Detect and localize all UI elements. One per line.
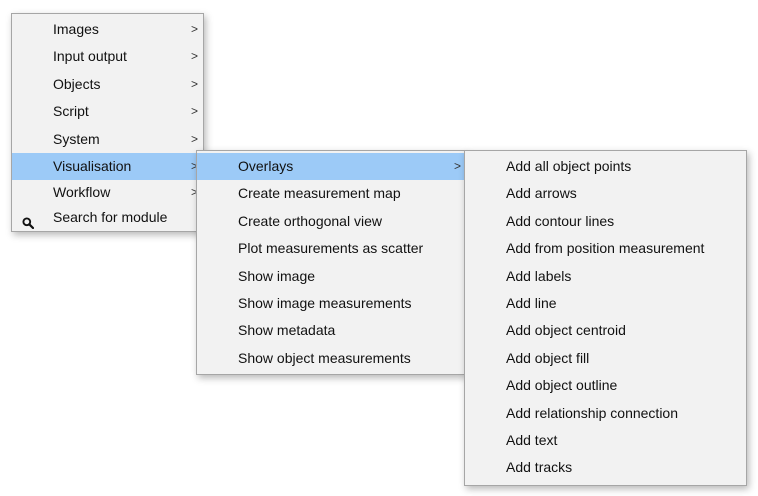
menu-item-label: Create orthogonal view: [238, 212, 382, 229]
menu-item-label: Add relationship connection: [506, 404, 679, 421]
menu-item-show-image-measurements[interactable]: Show image measurements: [197, 290, 465, 317]
menu-item-search-for-module[interactable]: Search for module: [12, 205, 203, 230]
menu-item-add-object-fill[interactable]: Add object fill: [465, 345, 746, 372]
menu-item-label: Add text: [506, 431, 558, 448]
visualisation-submenu: Overlays > Create measurement map Create…: [196, 150, 466, 375]
menu-item-label: Add labels: [506, 267, 572, 284]
menu-item-add-labels[interactable]: Add labels: [465, 263, 746, 290]
menu-item-add-object-outline[interactable]: Add object outline: [465, 372, 746, 399]
menu-item-label: Add arrows: [506, 185, 577, 202]
menu-item-show-object-measurements[interactable]: Show object measurements: [197, 345, 465, 372]
menu-item-label: Add all object points: [506, 158, 632, 174]
menu-item-add-text[interactable]: Add text: [465, 427, 746, 454]
submenu-arrow-icon: >: [190, 49, 198, 64]
menu-item-input-output[interactable]: Input output >: [12, 43, 203, 70]
menu-item-label: Add contour lines: [506, 212, 615, 229]
menu-item-label: Show metadata: [238, 322, 336, 339]
menu-item-workflow[interactable]: Workflow >: [12, 180, 203, 205]
menu-item-label: Workflow: [53, 184, 111, 201]
menu-item-script[interactable]: Script >: [12, 98, 203, 125]
menu-item-add-tracks[interactable]: Add tracks: [465, 454, 746, 481]
menu-item-show-image[interactable]: Show image: [197, 263, 465, 290]
submenu-arrow-icon: >: [190, 104, 198, 119]
submenu-arrow-icon: >: [453, 159, 461, 173]
menu-item-label: Objects: [53, 75, 101, 92]
menu-item-label: Add line: [506, 294, 557, 311]
menu-item-label: Add from position measurement: [506, 240, 705, 257]
menu-item-label: Add object fill: [506, 349, 590, 366]
menu-item-create-measurement-map[interactable]: Create measurement map: [197, 180, 465, 207]
menu-item-label: Show image: [238, 267, 316, 284]
menu-item-create-orthogonal-view[interactable]: Create orthogonal view: [197, 208, 465, 235]
menu-item-add-all-object-points[interactable]: Add all object points: [465, 153, 746, 180]
menu-item-label: Script: [53, 103, 89, 120]
search-icon: [22, 212, 35, 230]
menu-item-label: Show object measurements: [238, 349, 411, 366]
menu-item-label: Input output: [53, 48, 127, 65]
menu-item-show-metadata[interactable]: Show metadata: [197, 317, 465, 344]
menu-item-add-from-position-measurement[interactable]: Add from position measurement: [465, 235, 746, 262]
menu-item-images[interactable]: Images >: [12, 16, 203, 43]
menu-item-add-object-centroid[interactable]: Add object centroid: [465, 317, 746, 344]
menu-item-objects[interactable]: Objects >: [12, 71, 203, 98]
menu-item-label: Plot measurements as scatter: [238, 240, 424, 257]
menu-item-label: Search for module: [53, 209, 168, 226]
menu-item-label: Images: [53, 21, 99, 37]
menu-item-label: Show image measurements: [238, 294, 412, 311]
submenu-arrow-icon: >: [190, 22, 198, 36]
menu-item-label: System: [53, 130, 100, 147]
menu-item-add-arrows[interactable]: Add arrows: [465, 180, 746, 207]
menu-item-label: Add tracks: [506, 459, 573, 476]
menu-item-label: Add object outline: [506, 377, 618, 394]
menu-item-label: Visualisation: [53, 157, 132, 174]
main-menu: Images > Input output > Objects > Script…: [11, 13, 204, 232]
menu-item-overlays[interactable]: Overlays >: [197, 153, 465, 181]
menu-item-visualisation[interactable]: Visualisation >: [12, 152, 203, 181]
menu-item-system[interactable]: System >: [12, 126, 203, 153]
menu-item-add-relationship-connection[interactable]: Add relationship connection: [465, 400, 746, 427]
submenu-arrow-icon: >: [190, 131, 198, 146]
menu-item-label: Add object centroid: [506, 322, 626, 339]
overlays-submenu: Add all object points Add arrows Add con…: [464, 150, 747, 486]
submenu-arrow-icon: >: [190, 76, 198, 91]
menu-item-add-line[interactable]: Add line: [465, 290, 746, 317]
menu-item-label: Create measurement map: [238, 185, 401, 202]
menu-item-label: Overlays: [238, 158, 294, 174]
menu-item-plot-measurements-as-scatter[interactable]: Plot measurements as scatter: [197, 235, 465, 262]
menu-item-add-contour-lines[interactable]: Add contour lines: [465, 208, 746, 235]
